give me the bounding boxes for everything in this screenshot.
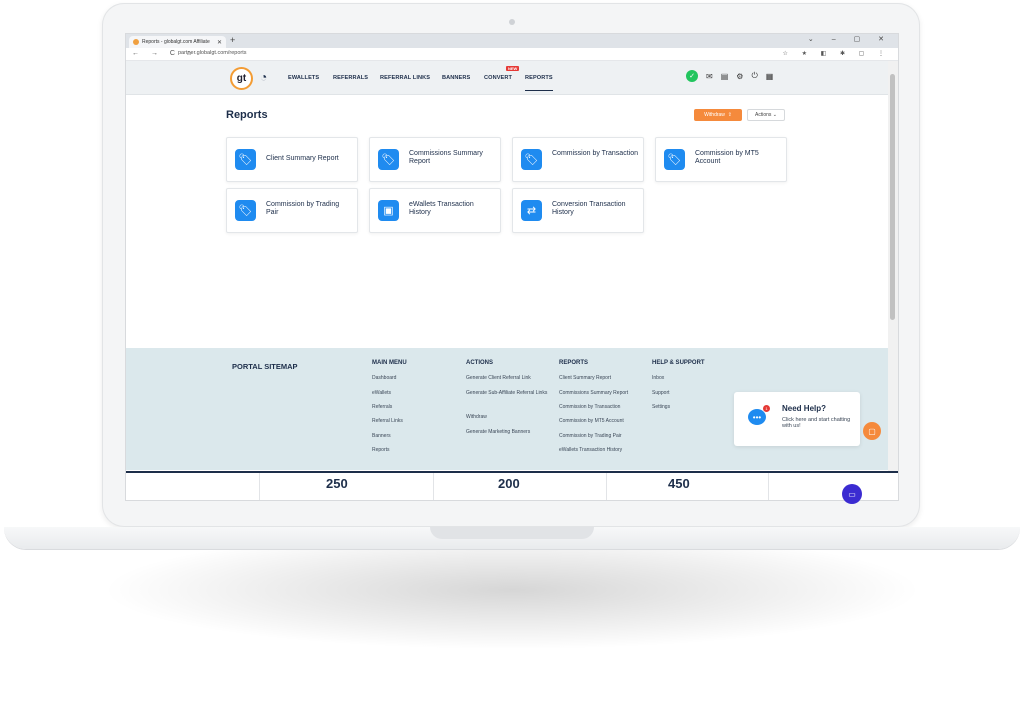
nav-referrals[interactable]: REFERRALS bbox=[333, 75, 368, 81]
close-tab-icon[interactable]: ✕ bbox=[217, 39, 222, 46]
gt-logo[interactable]: gt bbox=[230, 67, 253, 90]
gear-icon[interactable]: ⚙ bbox=[736, 72, 743, 81]
nav-convert[interactable]: CONVERT bbox=[484, 75, 512, 81]
card-label: eWallets Transaction History bbox=[409, 201, 474, 216]
footer-link[interactable]: Generate Client Referral Link bbox=[466, 375, 548, 381]
withdraw-button[interactable]: Withdraw ⇪ bbox=[694, 109, 742, 121]
actions-heading: ACTIONS bbox=[466, 360, 493, 366]
actions-label: Actions bbox=[755, 112, 772, 118]
card-label: Commission by Trading Pair bbox=[266, 201, 340, 216]
stat-value: 250 bbox=[326, 476, 348, 491]
stats-strip: 250 200 450 bbox=[126, 471, 898, 500]
nav-referral-links[interactable]: REFERRAL LINKS bbox=[380, 75, 430, 81]
chat-widget-icon[interactable]: ▭ bbox=[842, 484, 862, 504]
screen: Reports - globalgt.com Affiliate ✕ + ⌄ –… bbox=[125, 33, 899, 501]
card-label: Commission by MT5 Account bbox=[695, 150, 759, 165]
camera bbox=[509, 19, 515, 25]
url-input[interactable]: partner.globalgt.com/reports bbox=[178, 50, 246, 56]
divider bbox=[433, 473, 434, 500]
footer-link[interactable]: Support bbox=[652, 390, 670, 396]
footer-link[interactable]: Inbox bbox=[652, 375, 664, 381]
favicon-icon bbox=[133, 39, 139, 45]
app-header: gt ◔ EWALLETS REFERRALS REFERRAL LINKS B… bbox=[126, 61, 898, 95]
card-label: Conversion Transaction History bbox=[552, 201, 626, 216]
tag-icon: 🏷 bbox=[235, 149, 256, 170]
browser-tab[interactable]: Reports - globalgt.com Affiliate ✕ bbox=[129, 36, 226, 48]
tag-icon: 🏷 bbox=[235, 200, 256, 221]
divider bbox=[768, 473, 769, 500]
atm-icon: ▣ bbox=[378, 200, 399, 221]
footer-link[interactable]: Commission by Trading Pair bbox=[559, 433, 622, 439]
report-card-commission-by-trading-pair[interactable]: 🏷 Commission by Trading Pair bbox=[226, 188, 358, 233]
footer-link[interactable]: Reports bbox=[372, 447, 390, 453]
extension-icons[interactable]: ☆ ★ ◧ ✱ ▢ ⋮ bbox=[783, 50, 890, 57]
nav-reports[interactable]: REPORTS bbox=[525, 75, 553, 91]
tag-icon: 🏷 bbox=[664, 149, 685, 170]
chat-bubble-icon: ••• bbox=[748, 409, 766, 425]
main-menu-heading: MAIN MENU bbox=[372, 360, 407, 366]
card-label: Client Summary Report bbox=[266, 155, 339, 162]
reports-heading: REPORTS bbox=[559, 360, 589, 366]
report-card-commission-by-transaction[interactable]: 🏷 Commission by Transaction bbox=[512, 137, 644, 182]
report-card-commissions-summary[interactable]: 🏷 Commissions Summary Report bbox=[369, 137, 501, 182]
footer-link[interactable]: Generate Sub-Affiliate Referral Links bbox=[466, 390, 548, 396]
tag-icon: 🏷 bbox=[378, 149, 399, 170]
stat-value: 450 bbox=[668, 476, 690, 491]
laptop-notch bbox=[430, 527, 594, 539]
nav-banners[interactable]: BANNERS bbox=[442, 75, 470, 81]
notification-badge: 1 bbox=[763, 405, 770, 412]
new-badge: NEW bbox=[506, 66, 520, 71]
help-heading: HELP & SUPPORT bbox=[652, 360, 705, 366]
footer-link[interactable]: Generate Marketing Banners bbox=[466, 429, 548, 435]
footer-link[interactable]: Settings bbox=[652, 404, 670, 410]
footer-link[interactable]: Client Summary Report bbox=[559, 375, 611, 381]
uk-flag-icon[interactable]: ▦ bbox=[766, 72, 774, 81]
need-help-widget[interactable]: ••• 1 Need Help? Click here and start ch… bbox=[734, 392, 860, 446]
help-subtitle: Click here and start chatting with us! bbox=[782, 417, 851, 429]
address-bar: ← → C ⌂ partner.globalgt.com/reports ☆ ★… bbox=[126, 48, 898, 61]
footer-link[interactable]: Commissions Summary Report bbox=[559, 390, 628, 396]
footer-link[interactable]: Commission by Transaction bbox=[559, 404, 620, 410]
card-label: Commissions Summary Report bbox=[409, 150, 483, 165]
tab-title: Reports - globalgt.com Affiliate bbox=[142, 39, 210, 45]
header-icons: ✓ ✉ ▤ ⚙ ⏻ ▦ bbox=[686, 70, 773, 82]
help-title: Need Help? bbox=[782, 404, 827, 413]
report-card-client-summary[interactable]: 🏷 Client Summary Report bbox=[226, 137, 358, 182]
footer-link[interactable]: Banners bbox=[372, 433, 391, 439]
nav-ewallets[interactable]: EWALLETS bbox=[288, 75, 319, 81]
status-check-icon: ✓ bbox=[686, 70, 698, 82]
footer-link[interactable]: eWallets bbox=[372, 390, 391, 396]
page-title: Reports bbox=[226, 109, 268, 121]
withdraw-label: Withdraw bbox=[704, 112, 725, 118]
browser-tab-bar: Reports - globalgt.com Affiliate ✕ + ⌄ –… bbox=[126, 34, 898, 48]
mail-icon[interactable]: ✉ bbox=[706, 72, 713, 81]
new-tab-button[interactable]: + bbox=[230, 35, 235, 45]
footer-link[interactable]: Commission by MT5 Account bbox=[559, 418, 624, 424]
tag-icon: 🏷 bbox=[521, 149, 542, 170]
report-card-conversion-history[interactable]: ⇄ Conversion Transaction History bbox=[512, 188, 644, 233]
divider bbox=[606, 473, 607, 500]
chat-launcher-button[interactable]: ▢ bbox=[863, 422, 881, 440]
withdraw-icon: ⇪ bbox=[727, 112, 732, 118]
stat-value: 200 bbox=[498, 476, 520, 491]
clipboard-icon[interactable]: ▤ bbox=[721, 72, 729, 81]
footer-link[interactable]: eWallets Transaction History bbox=[559, 447, 622, 453]
scrollbar-thumb[interactable] bbox=[890, 74, 895, 320]
exchange-icon: ⇄ bbox=[521, 200, 542, 221]
report-card-ewallets-history[interactable]: ▣ eWallets Transaction History bbox=[369, 188, 501, 233]
report-card-commission-by-mt5[interactable]: 🏷 Commission by MT5 Account bbox=[655, 137, 787, 182]
chevron-down-icon: ⌄ bbox=[772, 112, 777, 118]
actions-dropdown[interactable]: Actions ⌄ bbox=[747, 109, 785, 121]
sitemap-title: PORTAL SITEMAP bbox=[232, 362, 298, 371]
footer-link[interactable]: Dashboard bbox=[372, 375, 396, 381]
footer-link[interactable]: Referral Links bbox=[372, 418, 403, 424]
footer-link[interactable]: Referrals bbox=[372, 404, 392, 410]
power-icon[interactable]: ⏻ bbox=[751, 71, 757, 81]
window-controls[interactable]: ⌄ – ▢ ✕ bbox=[808, 35, 892, 43]
footer-link[interactable]: Withdraw bbox=[466, 414, 548, 420]
divider bbox=[259, 473, 260, 500]
dashboard-icon[interactable]: ◔ bbox=[260, 71, 267, 83]
card-label: Commission by Transaction bbox=[552, 150, 638, 157]
